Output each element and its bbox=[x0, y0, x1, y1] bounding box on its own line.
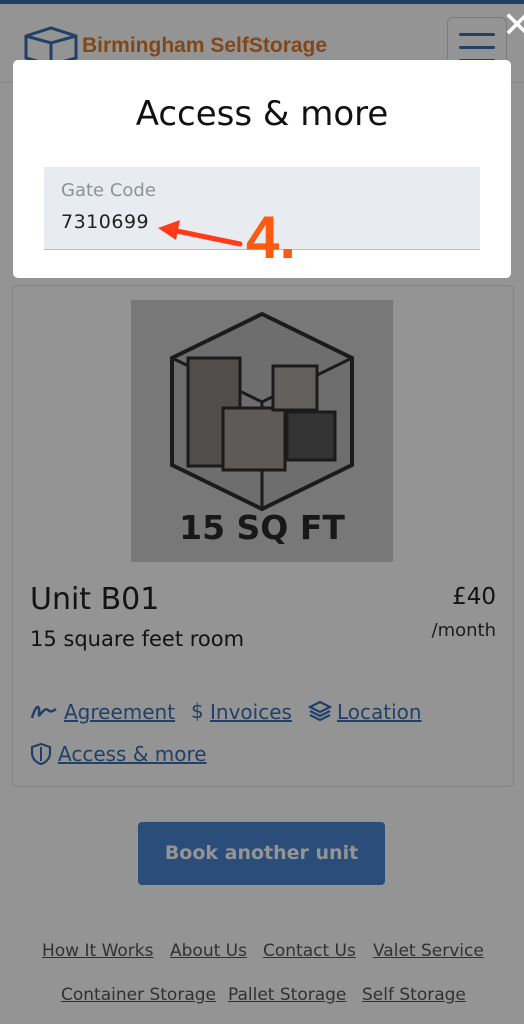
annotation-arrow-icon bbox=[150, 210, 250, 254]
annotation-step-number: 4. bbox=[246, 204, 297, 271]
modal-title: Access & more bbox=[135, 94, 389, 134]
gate-code-label: Gate Code bbox=[61, 180, 156, 201]
gate-code-value[interactable]: 7310699 bbox=[61, 211, 149, 233]
close-icon[interactable]: ✕ bbox=[502, 8, 524, 44]
